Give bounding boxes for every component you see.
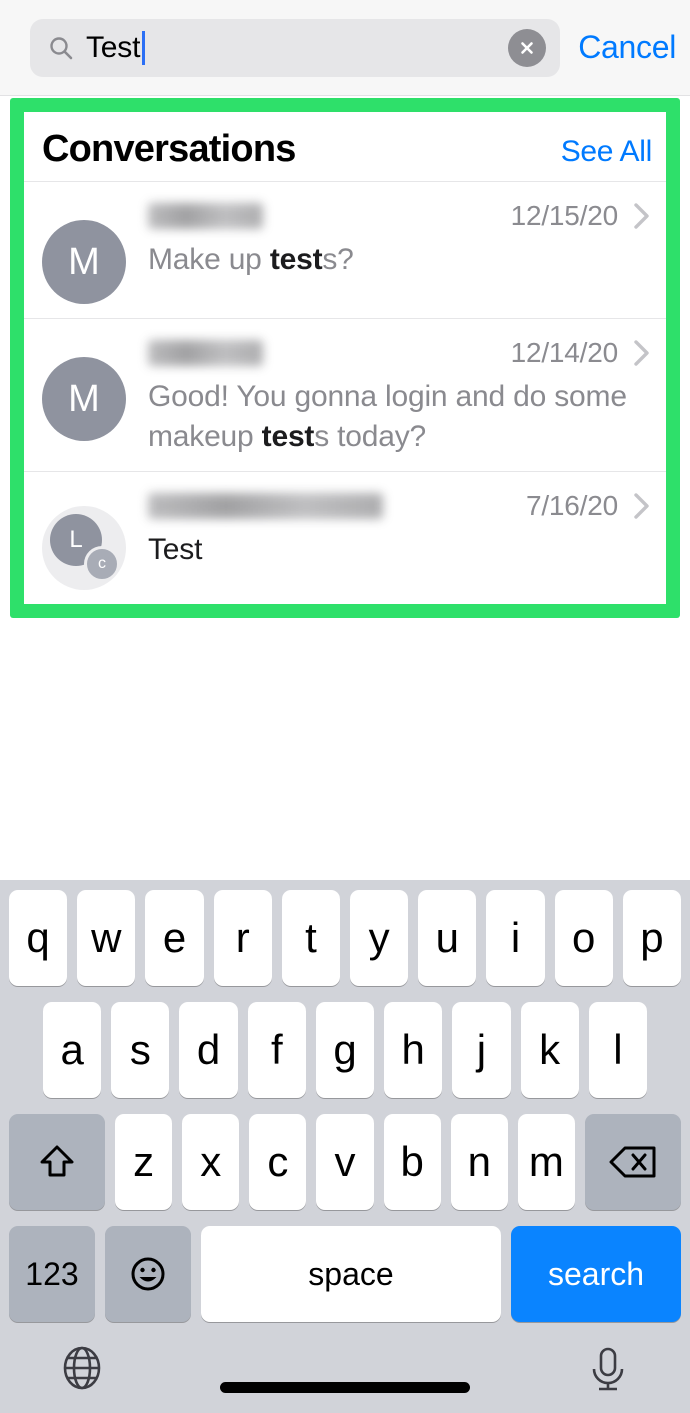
search-bar: Test Cancel bbox=[0, 0, 690, 96]
home-indicator bbox=[220, 1382, 470, 1393]
conversation-row[interactable]: M 12/14/20 Good! You gonna login and do … bbox=[24, 318, 666, 471]
section-title: Conversations bbox=[42, 128, 296, 170]
see-all-link[interactable]: See All bbox=[561, 135, 653, 169]
text-cursor bbox=[142, 30, 146, 65]
microphone-icon[interactable] bbox=[582, 1342, 634, 1399]
key-m[interactable]: m bbox=[517, 1114, 575, 1210]
search-input-value: Test bbox=[86, 30, 141, 64]
conversation-date: 12/15/20 bbox=[510, 200, 619, 231]
conversation-meta: 12/14/20 bbox=[497, 337, 652, 369]
key-v[interactable]: v bbox=[316, 1114, 374, 1210]
cancel-button[interactable]: Cancel bbox=[578, 29, 676, 66]
snippet-match: test bbox=[261, 419, 315, 453]
search-input[interactable]: Test bbox=[30, 18, 561, 77]
avatar: M bbox=[42, 220, 126, 304]
conversation-date: 7/16/20 bbox=[525, 489, 618, 521]
group-avatar: L c bbox=[42, 505, 126, 590]
key-n[interactable]: n bbox=[450, 1114, 508, 1210]
snippet-match: test bbox=[269, 243, 323, 276]
snippet-after: s today? bbox=[314, 419, 427, 453]
highlight-annotation: Conversations See All M 12/15/20 Make up… bbox=[10, 98, 680, 618]
results-header: Conversations See All bbox=[24, 112, 666, 181]
key-w[interactable]: w bbox=[77, 890, 136, 986]
emoji-icon bbox=[131, 1257, 165, 1291]
shift-icon bbox=[40, 1145, 74, 1177]
key-k[interactable]: k bbox=[520, 1002, 579, 1098]
chevron-right-icon bbox=[632, 337, 652, 369]
search-results-card: Conversations See All M 12/15/20 Make up… bbox=[24, 112, 666, 604]
keyboard-bottom-bar bbox=[0, 1328, 690, 1413]
search-key[interactable]: search bbox=[511, 1226, 681, 1322]
numbers-key[interactable]: 123 bbox=[9, 1226, 95, 1322]
conversation-row[interactable]: M 12/15/20 Make up tests? bbox=[24, 181, 666, 318]
emoji-key[interactable] bbox=[105, 1226, 191, 1322]
message-snippet: Good! You gonna login and do some makeup… bbox=[148, 377, 652, 457]
clear-search-button[interactable] bbox=[508, 28, 547, 67]
conversation-date: 12/14/20 bbox=[510, 337, 619, 368]
key-x[interactable]: x bbox=[182, 1114, 240, 1210]
avatar: M bbox=[42, 357, 126, 441]
chevron-right-icon bbox=[632, 200, 652, 232]
close-icon bbox=[521, 41, 533, 54]
keyboard-row-1: q w e r t y u i o p bbox=[0, 890, 690, 986]
key-b[interactable]: b bbox=[383, 1114, 441, 1210]
keyboard-row-2: a s d f g h j k l bbox=[0, 1002, 690, 1098]
keyboard-row-4: 123 space search bbox=[0, 1226, 690, 1322]
shift-key[interactable] bbox=[9, 1114, 105, 1210]
globe-icon[interactable] bbox=[56, 1342, 108, 1399]
conversation-header: 12/14/20 bbox=[148, 337, 652, 369]
conversation-meta: 12/15/20 bbox=[497, 200, 652, 232]
conversation-row[interactable]: L c 7/16/20 Test bbox=[24, 470, 666, 604]
key-p[interactable]: p bbox=[622, 890, 682, 986]
key-r[interactable]: r bbox=[213, 890, 272, 986]
conversation-body: 12/14/20 Good! You gonna login and do so… bbox=[148, 333, 652, 457]
avatar-initial: M bbox=[68, 377, 100, 420]
conversation-header: 12/15/20 bbox=[148, 200, 652, 232]
on-screen-keyboard: q w e r t y u i o p a s d f g h j k l z … bbox=[0, 880, 690, 1413]
conversation-body: 7/16/20 Test bbox=[148, 486, 652, 570]
key-y[interactable]: y bbox=[350, 890, 409, 986]
key-a[interactable]: a bbox=[43, 1002, 102, 1098]
key-e[interactable]: e bbox=[145, 890, 204, 986]
key-d[interactable]: d bbox=[179, 1002, 238, 1098]
conversation-meta: 7/16/20 bbox=[512, 490, 652, 522]
keyboard-row-3: z x c v b n m bbox=[0, 1114, 690, 1210]
snippet-after: s? bbox=[322, 243, 354, 276]
key-f[interactable]: f bbox=[247, 1002, 306, 1098]
snippet-before: Make up bbox=[148, 243, 270, 276]
key-q[interactable]: q bbox=[8, 890, 68, 986]
backspace-key[interactable] bbox=[584, 1114, 681, 1210]
key-s[interactable]: s bbox=[111, 1002, 170, 1098]
contact-name-redacted bbox=[148, 203, 263, 229]
key-c[interactable]: c bbox=[249, 1114, 307, 1210]
chevron-right-icon bbox=[632, 490, 652, 522]
conversation-header: 7/16/20 bbox=[148, 490, 652, 522]
key-h[interactable]: h bbox=[384, 1002, 443, 1098]
key-o[interactable]: o bbox=[554, 890, 613, 986]
key-z[interactable]: z bbox=[115, 1114, 173, 1210]
space-key[interactable]: space bbox=[201, 1226, 501, 1322]
key-t[interactable]: t bbox=[281, 890, 340, 986]
message-snippet: Make up tests? bbox=[148, 240, 652, 280]
contact-name-redacted bbox=[148, 340, 263, 366]
contact-name-redacted bbox=[148, 492, 383, 519]
search-icon bbox=[48, 35, 74, 61]
avatar-initial: M bbox=[68, 240, 100, 283]
key-j[interactable]: j bbox=[452, 1002, 511, 1098]
key-i[interactable]: i bbox=[486, 890, 545, 986]
key-g[interactable]: g bbox=[315, 1002, 375, 1098]
backspace-icon bbox=[609, 1146, 656, 1178]
conversation-body: 12/15/20 Make up tests? bbox=[148, 196, 652, 280]
key-l[interactable]: l bbox=[588, 1002, 647, 1098]
avatar-initial-secondary: c bbox=[84, 545, 120, 582]
message-snippet: Test bbox=[148, 532, 203, 566]
key-u[interactable]: u bbox=[418, 890, 477, 986]
